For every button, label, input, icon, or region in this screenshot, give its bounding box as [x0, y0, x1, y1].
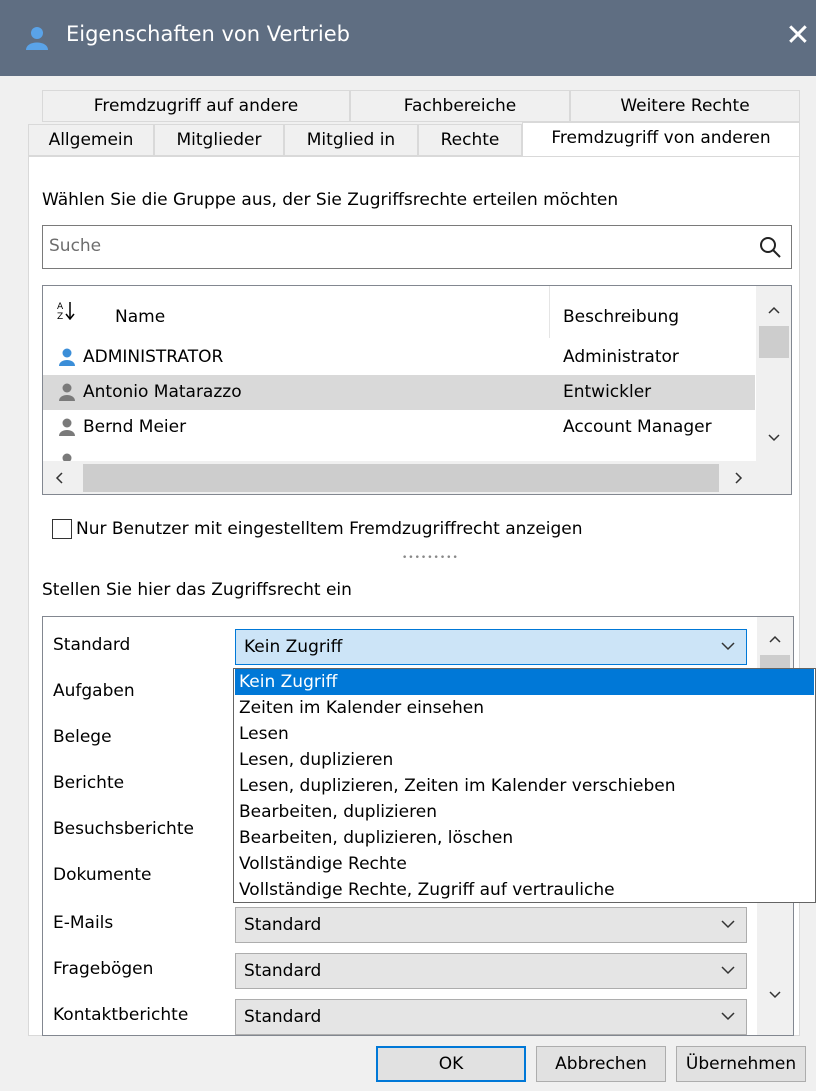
tab-rechte[interactable]: Rechte [418, 124, 522, 156]
combo-value: Kein Zugriff [244, 637, 343, 657]
dropdown-option[interactable]: Zeiten im Kalender einsehen [235, 695, 814, 721]
close-icon[interactable]: ✕ [780, 16, 816, 56]
filter-checkbox-label[interactable]: Nur Benutzer mit eingestelltem Fremdzugr… [76, 519, 583, 539]
scroll-thumb[interactable] [83, 464, 719, 492]
perm-combo-kontaktberichte[interactable]: Standard [235, 999, 747, 1035]
user-blue-icon [59, 348, 75, 366]
permission-heading: Stellen Sie hier das Zugriffsrecht ein [42, 580, 352, 600]
perm-combo-standard[interactable]: Kein Zugriff [235, 629, 747, 665]
ok-button[interactable]: OK [376, 1046, 526, 1082]
combo-value: Standard [244, 961, 322, 981]
perm-label-besuchsberichte: Besuchsberichte [53, 819, 194, 839]
tab-label: Mitglieder [176, 130, 262, 150]
column-divider[interactable] [549, 286, 550, 338]
svg-text:Z: Z [57, 312, 63, 320]
perm-label-e-mails: E-Mails [53, 913, 114, 933]
svg-text:A: A [57, 302, 64, 312]
chevron-down-icon[interactable] [720, 962, 736, 978]
tab-label: Fachbereiche [403, 96, 517, 116]
row-name: ADMINISTRATOR [83, 347, 224, 367]
chevron-down-icon[interactable] [720, 1008, 736, 1024]
perm-label-frageboegen: Fragebögen [53, 959, 154, 979]
dropdown-option[interactable]: Lesen, duplizieren, Zeiten im Kalender v… [235, 773, 814, 799]
dropdown-option[interactable]: Lesen, duplizieren [235, 747, 814, 773]
scroll-thumb[interactable] [759, 326, 789, 358]
tab-mitglieder[interactable]: Mitglieder [154, 124, 284, 156]
perm-label-belege: Belege [53, 727, 112, 747]
list-item-selected[interactable]: Antonio Matarazzo Entwickler [43, 375, 755, 410]
tab-mitglied-in[interactable]: Mitglied in [284, 124, 418, 156]
search-icon[interactable] [759, 236, 781, 258]
column-header-name[interactable]: Name [115, 307, 165, 327]
row-description: Entwickler [563, 382, 652, 402]
user-gray-icon [59, 418, 75, 436]
list-horizontal-scrollbar[interactable] [43, 461, 791, 494]
tab-label: Mitglied in [306, 130, 396, 150]
title-bar: Eigenschaften von Vertrieb ✕ [0, 0, 816, 76]
tab-weitere-rechte[interactable]: Weitere Rechte [570, 90, 800, 122]
tab-label: Rechte [440, 130, 500, 150]
row-name: Antonio Matarazzo [83, 382, 242, 402]
dropdown-option[interactable]: Vollständige Rechte, Zugriff auf vertrau… [235, 877, 814, 903]
apply-button[interactable]: Übernehmen [676, 1046, 806, 1082]
dropdown-option[interactable]: Bearbeiten, duplizieren [235, 799, 814, 825]
scroll-left-icon[interactable] [55, 472, 63, 484]
combo-value: Standard [244, 1007, 322, 1027]
tab-fremdzugriff-von-anderen[interactable]: Fremdzugriff von anderen [522, 122, 800, 156]
list-vertical-scrollbar[interactable] [756, 286, 791, 461]
group-list[interactable]: AZ Name Beschreibung ADMINISTRATOR Admin… [42, 285, 792, 495]
perm-label-aufgaben: Aufgaben [53, 681, 135, 701]
row-description: Administrator [563, 347, 679, 367]
list-item[interactable]: Bernd Meier Account Manager [43, 410, 755, 445]
dropdown-option[interactable]: Lesen [235, 721, 814, 747]
splitter-grip[interactable]: ••••••••• [402, 553, 459, 563]
tab-label: Fremdzugriff auf andere [93, 96, 299, 116]
dropdown-option[interactable]: Vollständige Rechte [235, 851, 814, 877]
tab-fachbereiche[interactable]: Fachbereiche [350, 90, 570, 122]
row-description: Account Manager [563, 417, 712, 437]
combo-value: Standard [244, 915, 322, 935]
dropdown-option[interactable]: Bearbeiten, duplizieren, löschen [235, 825, 814, 851]
user-gray-icon [62, 453, 72, 461]
chevron-down-icon[interactable] [720, 638, 736, 654]
scroll-up-icon[interactable] [769, 635, 781, 643]
column-header-description[interactable]: Beschreibung [563, 307, 679, 327]
chevron-down-icon[interactable] [720, 916, 736, 932]
perm-label-standard: Standard [53, 635, 131, 655]
dropdown-option-highlighted[interactable]: Kein Zugriff [235, 669, 814, 695]
group-prompt: Wählen Sie die Gruppe aus, der Sie Zugri… [42, 190, 619, 210]
scroll-right-icon[interactable] [735, 472, 743, 484]
list-item-partial[interactable] [43, 445, 755, 461]
perm-label-dokumente: Dokumente [53, 865, 152, 885]
perm-label-kontaktberichte: Kontaktberichte [53, 1005, 189, 1025]
sort-icon[interactable]: AZ [57, 300, 75, 322]
user-gray-icon [59, 383, 75, 401]
scroll-down-icon[interactable] [769, 991, 781, 999]
perm-combo-e-mails[interactable]: Standard [235, 907, 747, 943]
scroll-up-icon[interactable] [768, 306, 780, 314]
search-placeholder: Suche [49, 236, 102, 256]
cancel-button[interactable]: Abbrechen [536, 1046, 666, 1082]
scroll-down-icon[interactable] [768, 434, 780, 442]
perm-label-berichte: Berichte [53, 773, 125, 793]
tab-label: Weitere Rechte [620, 96, 750, 116]
row-name: Bernd Meier [83, 417, 187, 437]
tab-label: Fremdzugriff von anderen [551, 128, 771, 148]
filter-checkbox[interactable] [52, 519, 72, 539]
search-input[interactable]: Suche [42, 225, 792, 269]
window-title: Eigenschaften von Vertrieb [66, 22, 350, 46]
tab-allgemein[interactable]: Allgemein [28, 124, 154, 156]
perm-combo-frageboegen[interactable]: Standard [235, 953, 747, 989]
permission-dropdown-list[interactable]: Kein Zugriff Zeiten im Kalender einsehen… [233, 668, 816, 903]
list-item[interactable]: ADMINISTRATOR Administrator [43, 340, 755, 375]
tab-label: Allgemein [48, 130, 134, 150]
user-icon [26, 27, 48, 50]
tab-fremdzugriff-auf-andere[interactable]: Fremdzugriff auf andere [42, 90, 350, 122]
